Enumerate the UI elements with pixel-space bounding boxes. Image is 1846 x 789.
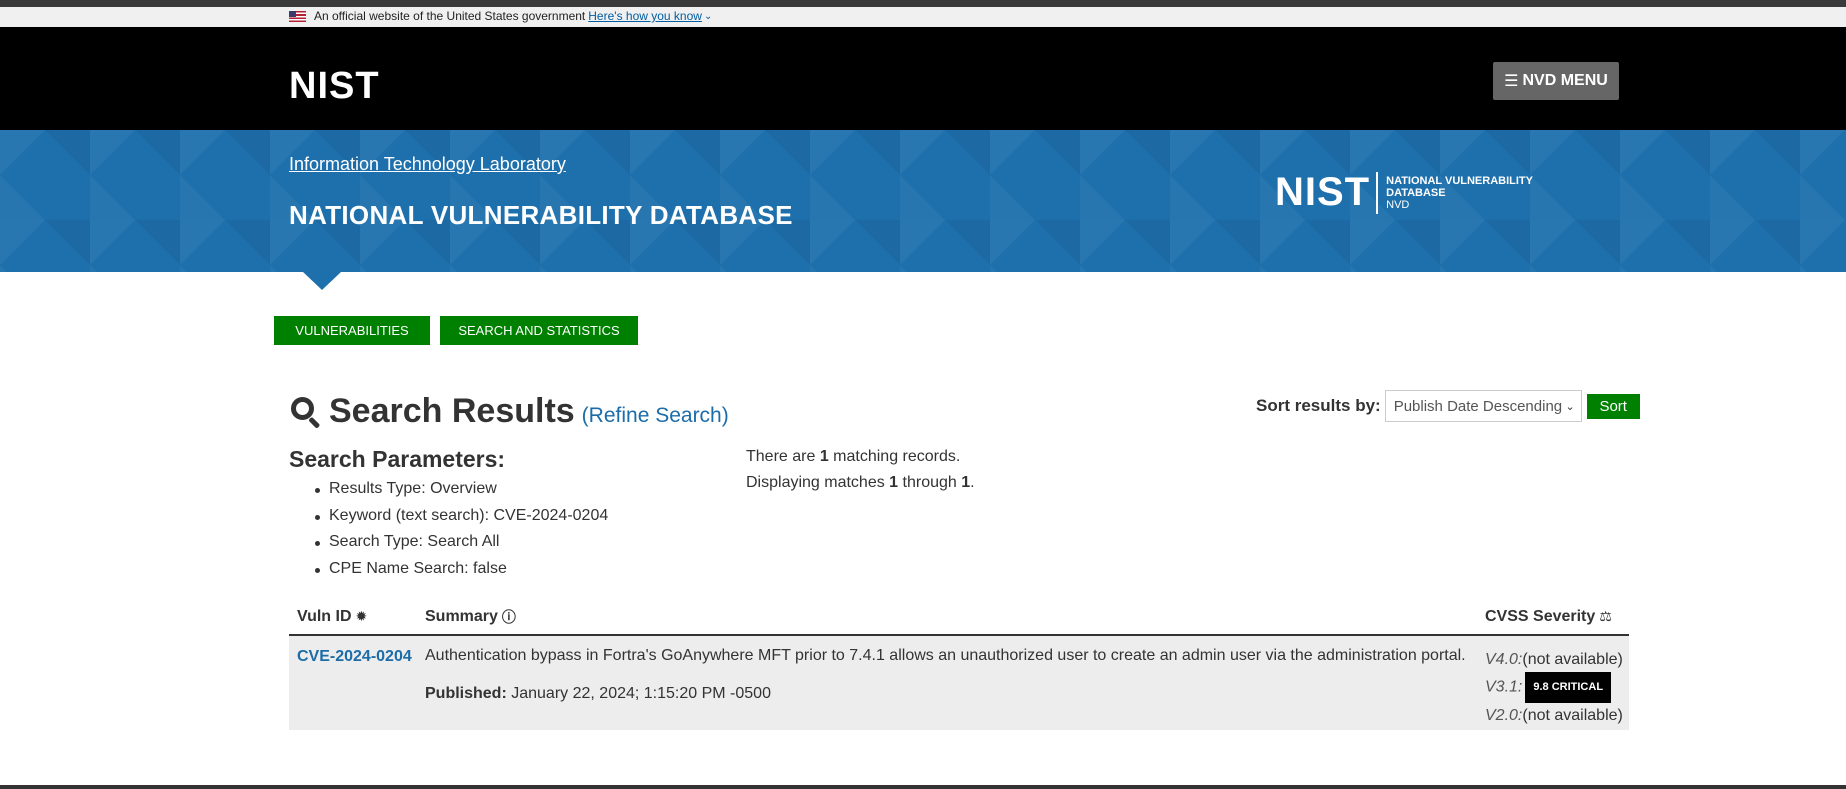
site-header: NIST ☰ NVD MENU xyxy=(0,27,1846,130)
sort-selected-value: Publish Date Descending xyxy=(1393,397,1563,415)
match-count: 1 xyxy=(819,448,829,465)
table-row: CVE-2024-0204 Authentication bypass in F… xyxy=(289,636,1629,730)
cvss-v2: V2.0:(not available) xyxy=(1485,707,1623,724)
table-header: Vuln ID ✹ Summary ⓘ CVSS Severity ⚖ xyxy=(289,600,1629,636)
page-title: NATIONAL VULNERABILITY DATABASE xyxy=(289,200,793,230)
results-table: Vuln ID ✹ Summary ⓘ CVSS Severity ⚖ CVE-202… xyxy=(289,600,1629,730)
itl-link[interactable]: Information Technology Laboratory xyxy=(289,154,566,175)
nvd-logo-text: NATIONAL VULNERABILITY DATABASE NVD xyxy=(1386,175,1533,211)
us-flag-icon xyxy=(289,10,306,22)
cvss-v4: V4.0:(not available) xyxy=(1485,651,1623,668)
heres-how-you-know-link[interactable]: Here's how you know xyxy=(588,9,702,23)
footer-edge xyxy=(0,785,1846,789)
bug-icon: ✹ xyxy=(355,608,368,625)
param-item: CPE Name Search: false xyxy=(289,560,608,587)
nvd-menu-button[interactable]: ☰ NVD MENU xyxy=(1493,62,1619,100)
nvd-logo-line2: DATABASE xyxy=(1386,186,1446,199)
nist-logo[interactable]: NIST xyxy=(289,65,380,108)
nvd-logo-line3: NVD xyxy=(1386,198,1410,211)
sort-select[interactable]: Publish Date Descending ⌄ xyxy=(1384,390,1582,422)
sort-button[interactable]: Sort xyxy=(1586,393,1640,419)
match-from: 1 xyxy=(889,474,899,491)
published-date: Published: January 22, 2024; 1:15:20 PM … xyxy=(425,685,771,702)
match-summary: There are 1 matching records. Displaying… xyxy=(746,444,975,496)
browser-top-strip xyxy=(0,0,1846,7)
nvd-logo-nist: NIST xyxy=(1275,170,1371,214)
banner-pointer xyxy=(303,272,341,290)
param-item: Search Type: Search All xyxy=(289,533,608,560)
cve-summary: Authentication bypass in Fortra's GoAnyw… xyxy=(425,647,1466,664)
sort-label: Sort results by: xyxy=(1256,396,1381,415)
nvd-banner: Information Technology Laboratory NATION… xyxy=(0,130,1846,272)
col-cvss-severity: CVSS Severity ⚖ xyxy=(1485,608,1612,625)
col-summary: Summary ⓘ xyxy=(425,607,516,627)
info-icon[interactable]: ⓘ xyxy=(502,607,516,627)
param-item: Results Type: Overview xyxy=(289,480,608,507)
match-range-line: Displaying matches 1 through 1. xyxy=(746,474,975,491)
search-results-heading: Search Results (Refine Search) xyxy=(289,392,729,431)
cve-id-link[interactable]: CVE-2024-0204 xyxy=(297,648,412,666)
chevron-down-icon[interactable]: ⌄ xyxy=(704,11,712,22)
col-vuln-id[interactable]: Vuln ID ✹ xyxy=(297,608,367,626)
scale-icon: ⚖ xyxy=(1599,608,1612,625)
search-icon xyxy=(289,395,321,429)
match-count-line: There are 1 matching records. xyxy=(746,448,961,465)
nav-vulnerabilities[interactable]: VULNERABILITIES xyxy=(274,316,430,345)
gov-banner-text: An official website of the United States… xyxy=(314,9,586,23)
search-parameters-list: Results Type: Overview Keyword (text sea… xyxy=(289,480,608,586)
chevron-down-icon: ⌄ xyxy=(1565,400,1575,413)
nvd-menu-label: NVD MENU xyxy=(1522,72,1608,89)
search-parameters-title: Search Parameters: xyxy=(289,446,506,472)
search-results-title: Search Results xyxy=(329,392,575,430)
sort-controls: Sort results by: Publish Date Descending… xyxy=(1256,390,1640,422)
refine-search-link[interactable]: (Refine Search) xyxy=(582,404,729,428)
nvd-logo[interactable]: NIST NATIONAL VULNERABILITY DATABASE NVD xyxy=(1275,170,1533,215)
gov-banner: An official website of the United States… xyxy=(0,7,1846,27)
nvd-logo-line1: NATIONAL VULNERABILITY xyxy=(1386,174,1533,187)
cvss-v31: V3.1: 9.8 CRITICAL xyxy=(1485,672,1623,703)
match-to: 1 xyxy=(961,474,971,491)
param-item: Keyword (text search): CVE-2024-0204 xyxy=(289,507,608,534)
cvss-scores: V4.0:(not available) V3.1: 9.8 CRITICAL V… xyxy=(1485,647,1623,728)
hamburger-icon: ☰ xyxy=(1504,73,1519,90)
severity-badge[interactable]: 9.8 CRITICAL xyxy=(1525,672,1612,703)
nav-search-and-statistics[interactable]: SEARCH AND STATISTICS xyxy=(440,316,638,345)
logo-divider xyxy=(1376,171,1379,214)
